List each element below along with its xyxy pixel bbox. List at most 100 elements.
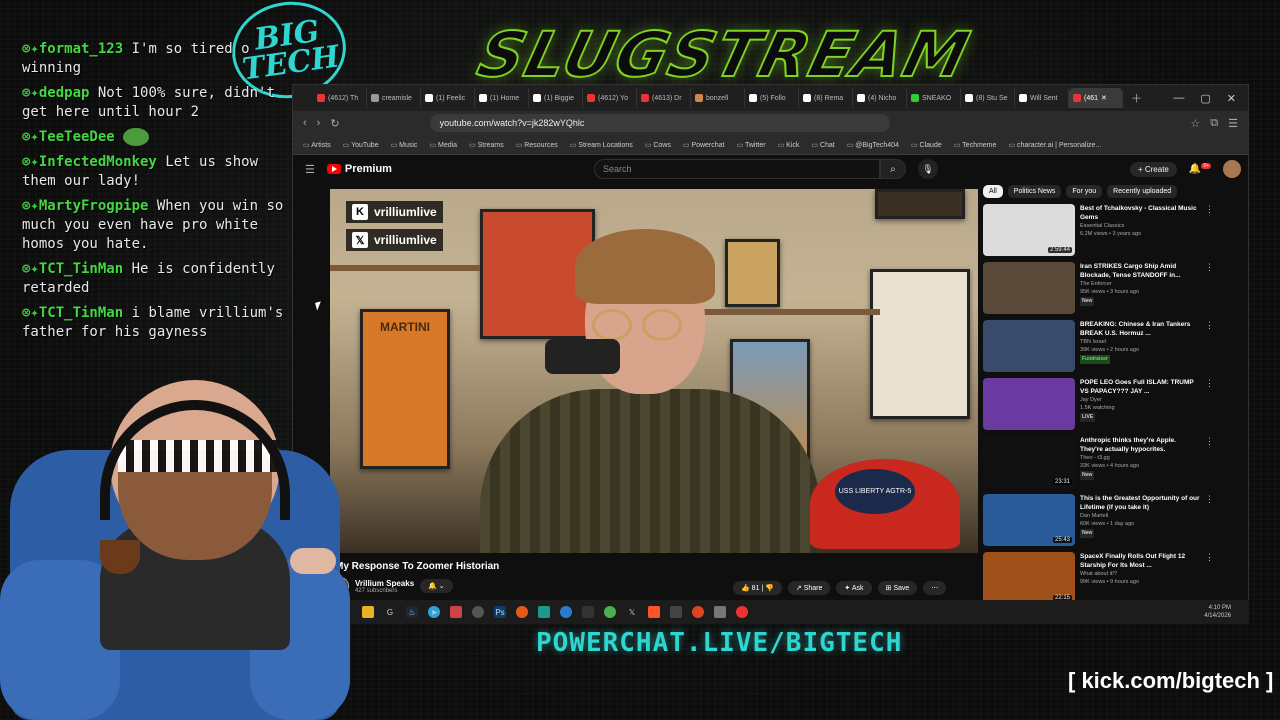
more-options-icon[interactable]: ⋮ <box>1205 262 1214 316</box>
app-icon[interactable] <box>714 606 726 618</box>
browser-tab[interactable]: (4612) Yo <box>583 88 637 108</box>
menu-icon[interactable]: ☰ <box>1228 117 1238 130</box>
recommended-video-channel[interactable]: Jay Dyer <box>1080 396 1200 404</box>
brave-icon[interactable] <box>648 606 660 618</box>
steam-icon[interactable]: ♨ <box>406 606 418 618</box>
google-icon[interactable]: G <box>384 606 396 618</box>
recommended-video-title[interactable]: This is the Greatest Opportunity of our … <box>1080 494 1200 548</box>
recommended-video[interactable]: Iran STRIKES Cargo Ship Amid Blockade, T… <box>983 262 1233 316</box>
notifications-icon[interactable]: 🔔 9+ <box>1189 163 1212 175</box>
photoshop-icon[interactable]: Ps <box>494 606 506 618</box>
recommended-video-channel[interactable]: Essential Classics <box>1080 222 1200 230</box>
bookmark-item[interactable]: Kick <box>778 141 799 149</box>
obs-icon[interactable] <box>472 606 484 618</box>
forward-icon[interactable]: › <box>317 117 321 129</box>
chip-for-you[interactable]: For you <box>1066 185 1103 198</box>
recommended-video-title[interactable]: BREAKING: Chinese & Iran Tankers BREAK U… <box>1080 320 1200 374</box>
more-options-icon[interactable]: ⋮ <box>1205 494 1214 548</box>
new-tab-icon[interactable]: ＋ <box>1131 90 1142 106</box>
share-button[interactable]: ↗ Share <box>787 581 831 595</box>
video-thumbnail[interactable] <box>983 320 1075 372</box>
video-player[interactable]: MARTINI USS LIBERTY AGTR-5 Kvrilliumlive… <box>330 189 978 553</box>
subscribe-bell-button[interactable]: 🔔 ⌄ <box>420 579 453 593</box>
more-options-icon[interactable]: ⋮ <box>1205 320 1214 374</box>
more-icon[interactable]: ⋯ <box>923 581 947 595</box>
chip-politics-news[interactable]: Politics News <box>1007 185 1062 198</box>
browser-tab[interactable]: bonzell <box>691 88 745 108</box>
app-icon[interactable] <box>450 606 462 618</box>
browser-tab[interactable]: Will Sent <box>1015 88 1069 108</box>
bookmark-item[interactable]: Powerchat <box>683 141 724 149</box>
video-thumbnail[interactable]: 2:59:44 <box>983 204 1075 256</box>
mic-icon[interactable]: 🎙 <box>917 159 938 179</box>
bookmark-item[interactable]: YouTube <box>343 141 379 149</box>
create-button[interactable]: + Create <box>1129 161 1177 177</box>
minimize-icon[interactable]: — <box>1173 92 1184 105</box>
bookmark-item[interactable]: @BigTech404 <box>847 141 899 149</box>
recommended-video-channel[interactable]: The Enforcer <box>1080 280 1200 288</box>
maximize-icon[interactable]: ▢ <box>1200 92 1210 105</box>
app-icon[interactable] <box>692 606 704 618</box>
extensions-icon[interactable]: ⧉ <box>1210 117 1218 130</box>
more-options-icon[interactable]: ⋮ <box>1205 378 1214 432</box>
browser-tab[interactable]: (4613) Dr <box>637 88 691 108</box>
app-icon[interactable] <box>736 606 748 618</box>
more-options-icon[interactable]: ⋮ <box>1205 436 1214 490</box>
channel-name[interactable]: Vrillium Speaks <box>355 579 414 588</box>
app-icon[interactable] <box>538 606 550 618</box>
bookmark-item[interactable]: Music <box>391 141 417 149</box>
recommended-video-channel[interactable]: TBN Israel <box>1080 338 1200 346</box>
bookmark-item[interactable]: Resources <box>516 141 557 149</box>
video-thumbnail[interactable] <box>983 262 1075 314</box>
browser-tab[interactable]: (1) Feelic <box>421 88 475 108</box>
bookmark-item[interactable]: character.ai | Personalize... <box>1008 141 1101 149</box>
recommended-video-title[interactable]: Iran STRIKES Cargo Ship Amid Blockade, T… <box>1080 262 1200 316</box>
recommended-video[interactable]: 2:59:44 Best of Tchaikovsky - Classical M… <box>983 204 1233 258</box>
app-icon[interactable] <box>670 606 682 618</box>
bookmark-item[interactable]: Artists <box>303 141 330 149</box>
browser-tab[interactable]: (8) Rema <box>799 88 853 108</box>
like-button[interactable]: 👍 81 | 👎 <box>733 581 782 595</box>
edge-icon[interactable] <box>560 606 572 618</box>
more-options-icon[interactable]: ⋮ <box>1205 204 1214 258</box>
folder-icon[interactable] <box>362 606 374 618</box>
video-thumbnail[interactable] <box>983 378 1075 430</box>
recommended-video-title[interactable]: POPE LEO Goes Full ISLAM: TRUMP VS PAPAC… <box>1080 378 1200 432</box>
recommended-video[interactable]: BREAKING: Chinese & Iran Tankers BREAK U… <box>983 320 1233 374</box>
app-icon[interactable] <box>582 606 594 618</box>
avatar[interactable] <box>1223 160 1242 178</box>
browser-tab-active[interactable]: (461 ✕ <box>1069 88 1123 108</box>
chrome-icon[interactable] <box>604 606 616 618</box>
bookmark-item[interactable]: Stream Locations <box>570 141 632 149</box>
x-icon[interactable]: 𝕏 <box>626 606 638 618</box>
reload-icon[interactable]: ↻ <box>330 117 339 130</box>
recommended-video[interactable]: 25:43 This is the Greatest Opportunity of… <box>983 494 1233 548</box>
app-icon[interactable] <box>516 606 528 618</box>
bookmark-item[interactable]: Chat <box>811 141 835 149</box>
browser-tab[interactable]: SNEAKO <box>907 88 961 108</box>
bookmark-item[interactable]: Cows <box>645 141 671 149</box>
back-icon[interactable]: ‹ <box>303 117 307 129</box>
bookmark-item[interactable]: Techmeme <box>954 141 996 149</box>
recommended-video-channel[interactable]: Theo - t3.gg <box>1080 454 1200 462</box>
telegram-icon[interactable]: ➤ <box>428 606 440 618</box>
chip-all[interactable]: All <box>983 185 1003 198</box>
system-clock[interactable]: 4:10 PM 4/14/2026 <box>1204 604 1231 620</box>
more-options-icon[interactable]: ⋮ <box>1205 552 1214 606</box>
recommended-video-channel[interactable]: What about it!? <box>1080 570 1200 578</box>
search-input[interactable]: Search <box>593 159 880 179</box>
youtube-logo[interactable]: Premium <box>326 163 392 175</box>
bookmark-item[interactable]: Claude <box>911 141 942 149</box>
recommended-video-channel[interactable]: Dan Martell <box>1080 512 1200 520</box>
hamburger-icon[interactable]: ☰ <box>305 163 315 176</box>
bookmark-item[interactable]: Twitter <box>737 141 766 149</box>
ask-button[interactable]: ✦ Ask <box>836 581 872 595</box>
recommended-video-title[interactable]: Anthropic thinks they're Apple. They're … <box>1080 436 1200 490</box>
video-thumbnail[interactable]: 22:15 <box>983 552 1075 604</box>
bookmark-item[interactable]: Streams <box>469 141 504 149</box>
url-field[interactable]: youtube.com/watch?v=jk282wYQhlc <box>429 114 890 132</box>
chip-recently-uploaded[interactable]: Recently uploaded <box>1107 185 1178 198</box>
browser-tab[interactable]: (1) Home <box>475 88 529 108</box>
browser-tab[interactable]: creamisle <box>367 88 421 108</box>
recommended-video[interactable]: 23:31 Anthropic thinks they're Apple. The… <box>983 436 1233 490</box>
